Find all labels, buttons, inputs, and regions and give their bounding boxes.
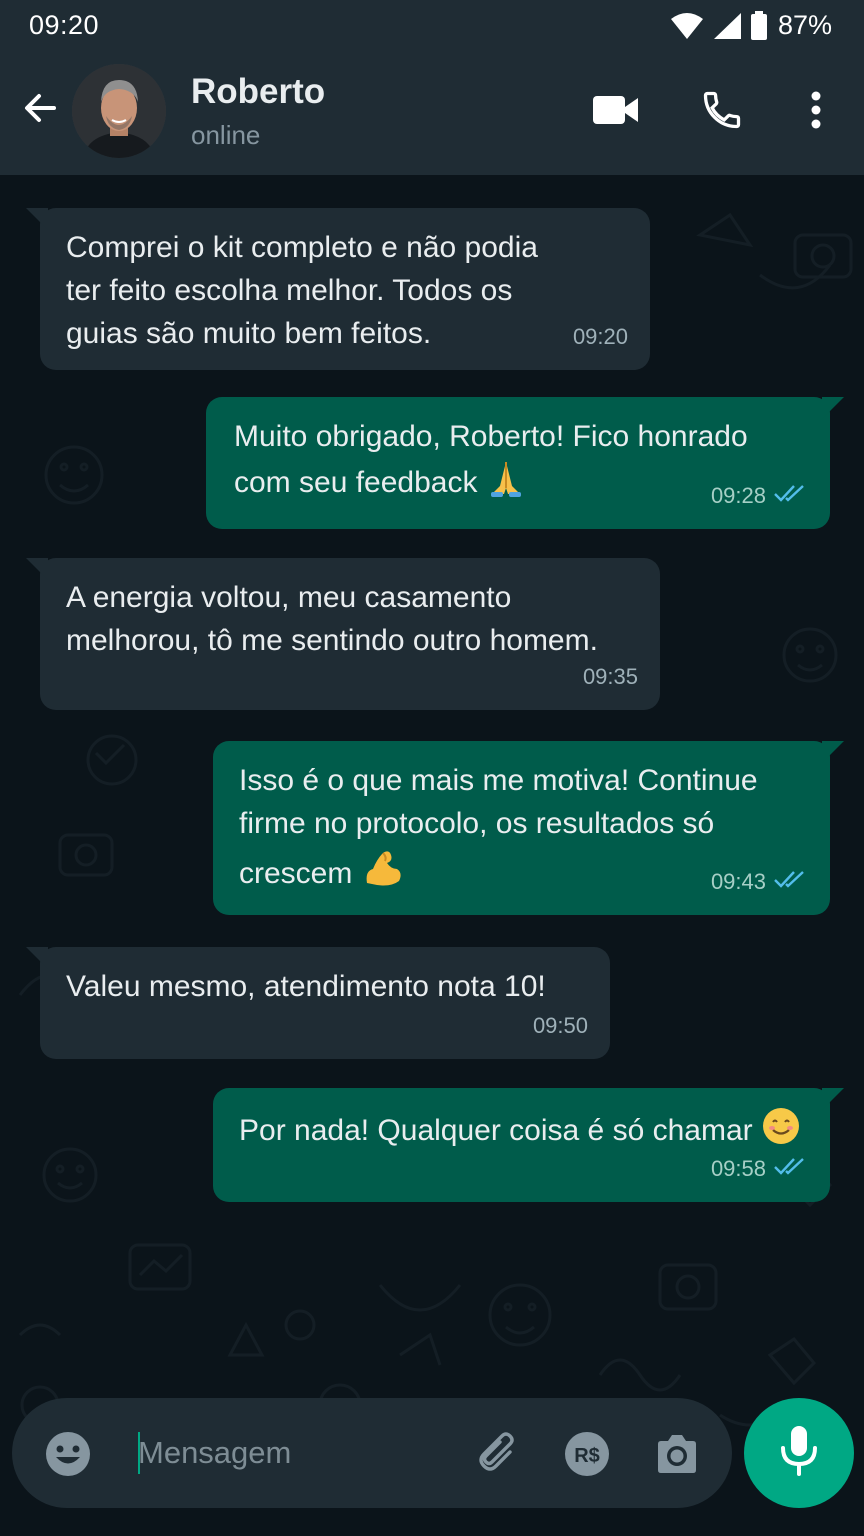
more-vertical-icon bbox=[809, 90, 823, 135]
attach-button[interactable] bbox=[474, 1430, 524, 1480]
signal-icon bbox=[712, 12, 742, 40]
contact-name[interactable]: Roberto bbox=[191, 72, 325, 112]
message-line: Isso é o que mais me motiva! Continue bbox=[239, 764, 758, 797]
menu-button[interactable] bbox=[790, 86, 842, 138]
message-meta: 09:35 bbox=[583, 655, 638, 698]
bubble-tail bbox=[822, 741, 844, 763]
microphone-icon bbox=[777, 1424, 821, 1483]
status-bar: 09:20 87% bbox=[0, 0, 864, 52]
message-time: 09:50 bbox=[532, 1013, 588, 1038]
payment-button[interactable]: R$ bbox=[563, 1430, 611, 1478]
double-check-icon bbox=[774, 860, 808, 903]
message-text: A energia voltou, meu casamento melhorou… bbox=[66, 576, 636, 662]
contact-status: online bbox=[191, 120, 261, 150]
message-bubble-incoming[interactable]: Comprei o kit completo e não podia ter f… bbox=[26, 208, 650, 370]
bubble-tail bbox=[822, 1088, 844, 1110]
message-bubble-outgoing[interactable]: Isso é o que mais me motiva! Continue fi… bbox=[213, 741, 844, 915]
double-check-icon bbox=[774, 1147, 808, 1190]
message-time: 09:35 bbox=[582, 664, 638, 689]
message-time: 09:43 bbox=[710, 869, 766, 894]
message-line: ter feito escolha melhor. Todos os bbox=[66, 274, 513, 307]
bubble-tail bbox=[26, 208, 48, 230]
brazil-real-icon: R$ bbox=[565, 1432, 609, 1476]
message-line: melhorou, tô me sentindo outro homem. bbox=[66, 624, 598, 657]
message-meta: 09:58 bbox=[711, 1147, 808, 1190]
status-time: 09:20 bbox=[29, 10, 100, 40]
battery-icon bbox=[750, 10, 768, 41]
arrow-left-icon bbox=[20, 88, 60, 133]
message-text: Valeu mesmo, atendimento nota 10! bbox=[66, 965, 586, 1008]
smiley-icon bbox=[44, 1432, 92, 1482]
message-meta: 09:20 bbox=[573, 315, 628, 358]
message-line: guias são muito bem feitos. bbox=[66, 317, 432, 350]
message-meta: 09:28 bbox=[711, 474, 808, 517]
message-meta: 09:50 bbox=[533, 1004, 588, 1047]
message-line: Muito obrigado, Roberto! Fico honrado bbox=[234, 420, 748, 453]
message-composer: R$ bbox=[12, 1398, 732, 1508]
flexed-biceps-emoji bbox=[361, 845, 405, 901]
voice-message-button[interactable] bbox=[744, 1398, 854, 1508]
phone-icon bbox=[700, 88, 744, 137]
video-camera-icon bbox=[592, 93, 640, 132]
message-text: Comprei o kit completo e não podia ter f… bbox=[66, 226, 626, 355]
back-button[interactable] bbox=[16, 86, 64, 134]
camera-button[interactable] bbox=[652, 1430, 702, 1480]
emoji-button[interactable] bbox=[44, 1430, 92, 1478]
message-line: com seu feedback bbox=[234, 466, 478, 499]
chat-area[interactable]: Comprei o kit completo e não podia ter f… bbox=[0, 175, 864, 1536]
payment-label: R$ bbox=[574, 1445, 600, 1467]
bubble-tail bbox=[26, 947, 48, 969]
message-line: crescem bbox=[239, 857, 353, 890]
message-line: Valeu mesmo, atendimento nota 10! bbox=[66, 970, 546, 1003]
message-time: 09:28 bbox=[710, 483, 766, 508]
avatar[interactable] bbox=[72, 64, 166, 158]
message-time: 09:20 bbox=[572, 324, 628, 349]
paperclip-icon bbox=[474, 1432, 524, 1484]
camera-icon bbox=[652, 1435, 702, 1484]
message-bubble-outgoing[interactable]: Por nada! Qualquer coisa é só chamar 09:… bbox=[213, 1088, 844, 1202]
message-line: firme no protocolo, os resultados só bbox=[239, 807, 715, 840]
bubble-tail bbox=[822, 397, 844, 419]
message-bubble-outgoing[interactable]: Muito obrigado, Roberto! Fico honrado co… bbox=[206, 397, 844, 529]
message-line: A energia voltou, meu casamento bbox=[66, 581, 512, 614]
message-bubble-incoming[interactable]: Valeu mesmo, atendimento nota 10! 09:50 bbox=[26, 947, 610, 1059]
folded-hands-emoji bbox=[486, 458, 526, 510]
message-meta: 09:43 bbox=[711, 860, 808, 903]
chat-header: 09:20 87% Roberto online bbox=[0, 0, 864, 175]
message-line: Por nada! Qualquer coisa é só chamar bbox=[239, 1114, 753, 1147]
voice-call-button[interactable] bbox=[696, 86, 748, 138]
video-call-button[interactable] bbox=[590, 86, 642, 138]
app-bar: Roberto online bbox=[0, 60, 864, 165]
wifi-icon bbox=[670, 12, 704, 40]
bubble-tail bbox=[26, 558, 48, 580]
message-line: Comprei o kit completo e não podia bbox=[66, 231, 538, 264]
status-indicators: 87% bbox=[670, 10, 832, 41]
message-input[interactable] bbox=[138, 1428, 458, 1478]
double-check-icon bbox=[774, 474, 808, 517]
battery-level: 87% bbox=[777, 10, 832, 40]
message-bubble-incoming[interactable]: A energia voltou, meu casamento melhorou… bbox=[26, 558, 660, 710]
message-time: 09:58 bbox=[710, 1156, 766, 1181]
